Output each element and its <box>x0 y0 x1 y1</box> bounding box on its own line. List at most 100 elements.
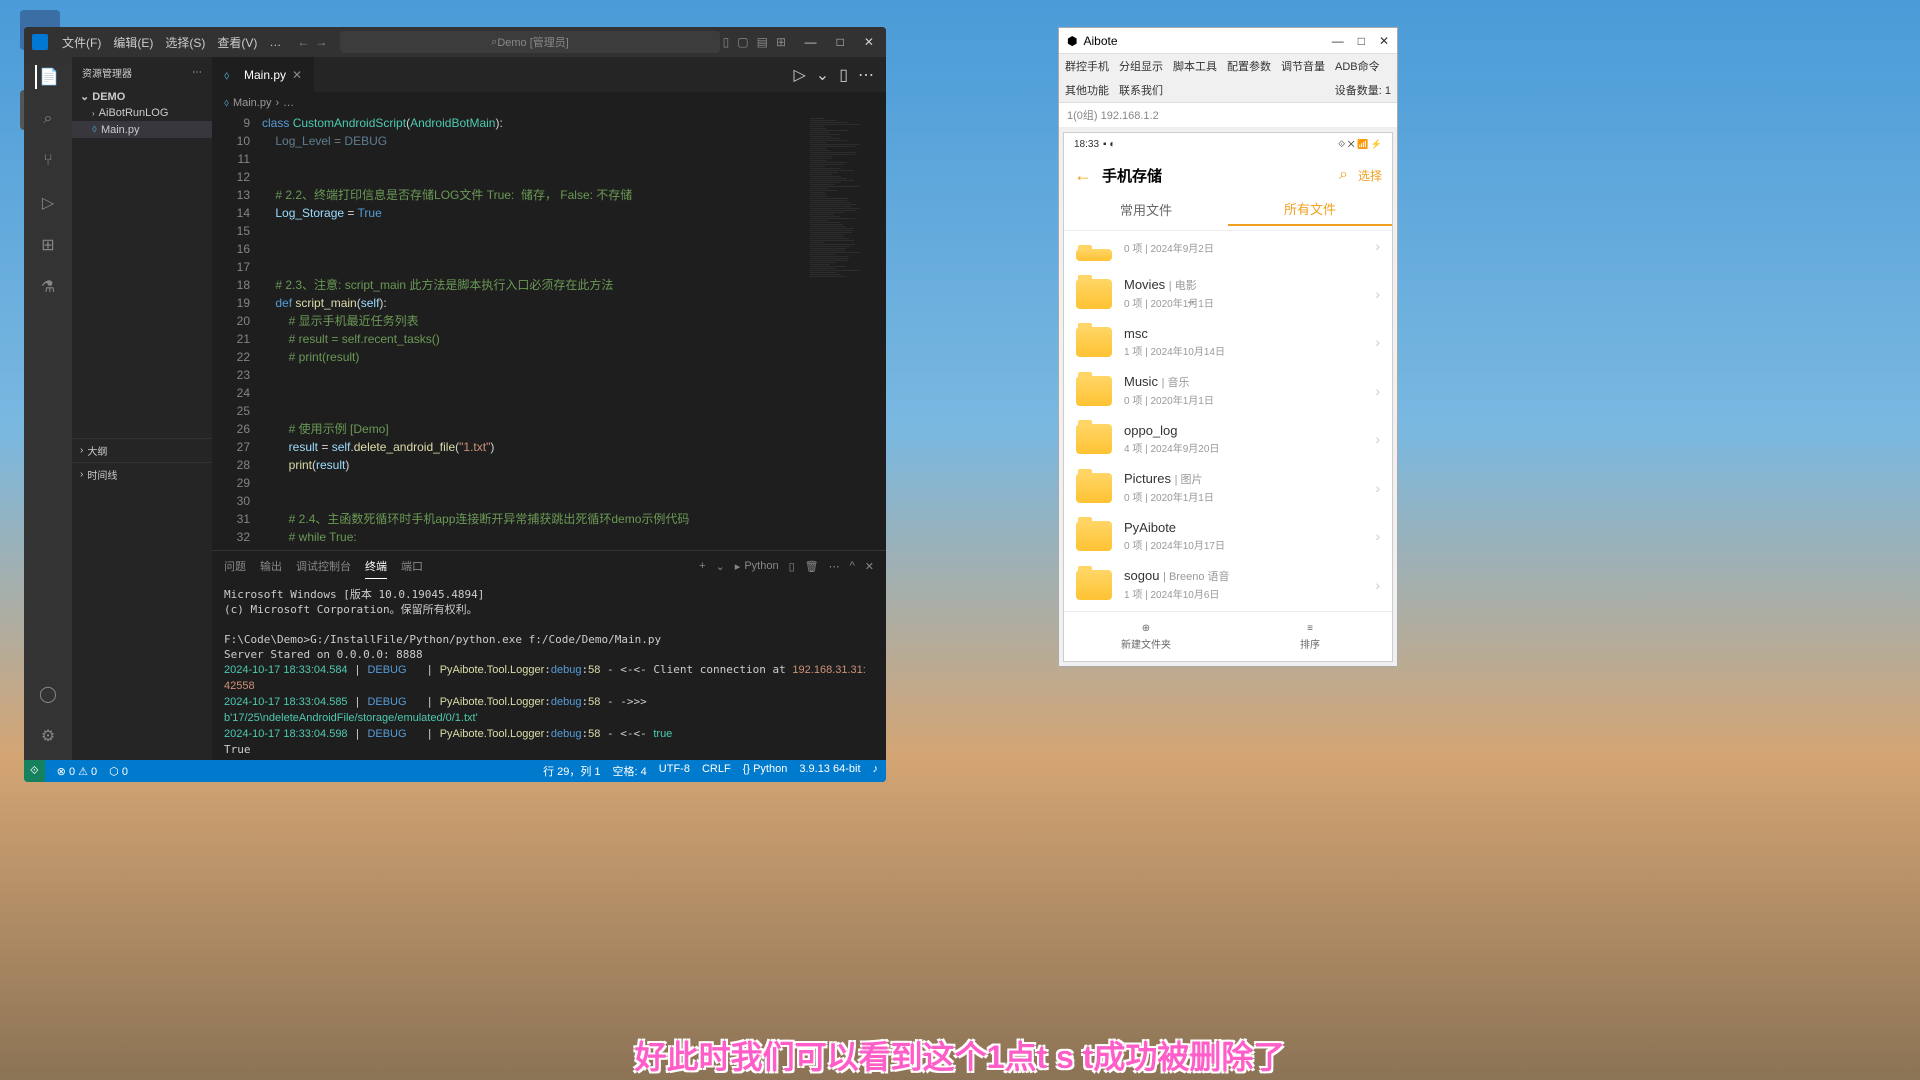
menu-group-display[interactable]: 分组显示 <box>1119 58 1163 74</box>
minimize-button[interactable]: — <box>801 35 821 49</box>
outline-section[interactable]: › 大纲 <box>72 438 212 462</box>
nav-back[interactable]: ← <box>297 35 309 49</box>
aibote-titlebar: ⬢ Aibote — □ ✕ <box>1059 28 1397 54</box>
panel-tab-problems[interactable]: 问题 <box>224 554 246 578</box>
aibote-menu: 群控手机 分组显示 脚本工具 配置参数 调节音量 ADB命令 其他功能 联系我们… <box>1059 54 1397 103</box>
tree-folder[interactable]: › AiBotRunLOG <box>72 105 212 121</box>
close-button[interactable]: ✕ <box>1379 34 1389 48</box>
status-encoding[interactable]: UTF-8 <box>659 763 690 779</box>
menu-contact[interactable]: 联系我们 <box>1119 82 1163 98</box>
status-ports[interactable]: ⬡ 0 <box>109 765 128 778</box>
menu-file[interactable]: 文件(F) <box>56 34 107 51</box>
menu-script-tools[interactable]: 脚本工具 <box>1173 58 1217 74</box>
panel-tab-output[interactable]: 输出 <box>260 554 282 578</box>
status-bell-icon[interactable]: ♪ <box>873 763 879 779</box>
search-icon[interactable]: ⌕ <box>1339 166 1348 184</box>
menu-config[interactable]: 配置参数 <box>1227 58 1271 74</box>
search-label: Demo [管理员] <box>497 34 569 50</box>
split-terminal-icon[interactable]: ▯ <box>789 560 795 573</box>
tab-all-files[interactable]: 所有文件 <box>1228 199 1392 226</box>
select-button[interactable]: 选择 <box>1358 167 1382 184</box>
command-center[interactable]: ⌕ Demo [管理员] <box>340 31 720 53</box>
menu-select[interactable]: 选择(S) <box>159 34 211 51</box>
chevron-right-icon: › <box>1375 577 1380 593</box>
tab-close-icon[interactable]: ✕ <box>292 68 302 82</box>
remote-indicator[interactable]: ⟐ <box>24 760 45 782</box>
run-button[interactable]: ▷ <box>793 65 805 85</box>
terminal-profile[interactable]: ▸ Python <box>735 560 779 573</box>
layout-icon[interactable]: ▢ <box>737 35 748 49</box>
list-item[interactable]: oppo_log 4 项 | 2024年9月20日 › <box>1064 415 1392 463</box>
new-folder-button[interactable]: ⊕ 新建文件夹 <box>1064 612 1228 661</box>
new-terminal-icon[interactable]: + <box>699 560 705 572</box>
panel-tab-debug[interactable]: 调试控制台 <box>296 554 351 578</box>
breadcrumb[interactable]: ⬨ Main.py › … <box>212 92 886 114</box>
file-list[interactable]: 0 项 | 2024年9月2日 › Movies | 电影 0 项 | 2020… <box>1064 231 1392 611</box>
layout-icon[interactable]: ▤ <box>757 35 768 49</box>
status-indent[interactable]: 空格: 4 <box>613 763 647 779</box>
layout-icon[interactable]: ▯ <box>723 35 730 49</box>
maximize-button[interactable]: □ <box>833 35 848 49</box>
debug-icon[interactable]: ▷ <box>36 191 60 215</box>
menu-volume[interactable]: 调节音量 <box>1281 58 1325 74</box>
back-button[interactable]: ← <box>1074 165 1092 186</box>
panel-tab-ports[interactable]: 端口 <box>401 554 423 578</box>
more-icon[interactable]: ⋯ <box>858 65 874 85</box>
search-icon[interactable]: ⌕ <box>36 107 60 131</box>
list-item[interactable]: msc 1 项 | 2024年10月14日 › <box>1064 318 1392 366</box>
menu-other[interactable]: 其他功能 <box>1065 82 1109 98</box>
menu-adb[interactable]: ADB命令 <box>1335 58 1380 74</box>
list-item[interactable]: Music | 音乐 0 项 | 2020年1月1日 › <box>1064 366 1392 415</box>
list-item[interactable]: sogou | Breeno 语音 1 项 | 2024年10月6日 › <box>1064 560 1392 609</box>
settings-icon[interactable]: ⚙ <box>36 724 60 748</box>
status-python-ver[interactable]: 3.9.13 64-bit <box>799 763 860 779</box>
folder-root[interactable]: ⌄ DEMO <box>72 88 212 105</box>
close-panel-icon[interactable]: ✕ <box>865 560 874 573</box>
code-content[interactable]: class CustomAndroidScript(AndroidBotMain… <box>262 114 806 550</box>
run-dropdown-icon[interactable]: ⌄ <box>816 65 829 85</box>
extensions-icon[interactable]: ⊞ <box>36 233 60 257</box>
dropdown-icon[interactable]: ⌄ <box>716 560 725 573</box>
line-gutter: 9101112131415161718192021222324252627282… <box>212 114 262 550</box>
list-item[interactable]: Pictures | 图片 0 项 | 2020年1月1日 › <box>1064 463 1392 512</box>
timeline-section[interactable]: › 时间线 <box>72 462 212 486</box>
file-name: oppo_log <box>1124 423 1363 438</box>
more-icon[interactable]: ⋯ <box>829 560 840 573</box>
device-count: 设备数量: 1 <box>1335 82 1391 98</box>
code-editor[interactable]: 9101112131415161718192021222324252627282… <box>212 114 886 550</box>
menu-group-control[interactable]: 群控手机 <box>1065 58 1109 74</box>
scm-icon[interactable]: ⑂ <box>36 149 60 173</box>
trash-icon[interactable]: 🗑 <box>805 560 819 573</box>
tab-common-files[interactable]: 常用文件 <box>1064 200 1228 225</box>
list-item[interactable]: 0 项 | 2024年9月2日 › <box>1064 231 1392 269</box>
account-icon[interactable]: ◯ <box>36 682 60 706</box>
status-eol[interactable]: CRLF <box>702 763 731 779</box>
sort-button[interactable]: ≡ 排序 <box>1228 612 1392 661</box>
chevron-right-icon: › <box>92 109 95 118</box>
split-editor-icon[interactable]: ▯ <box>839 65 848 85</box>
layout-icon[interactable]: ⊞ <box>776 35 786 49</box>
menu-view[interactable]: 查看(V) <box>211 34 263 51</box>
terminal-output[interactable]: Microsoft Windows [版本 10.0.19045.4894] (… <box>212 581 886 760</box>
status-language[interactable]: {} Python <box>743 763 788 779</box>
minimap[interactable] <box>806 114 886 550</box>
tab-main-py[interactable]: ⬨ Main.py ✕ <box>212 57 315 92</box>
tree-file[interactable]: ⬨ Main.py <box>72 121 212 138</box>
explorer-icon[interactable]: 📄 <box>35 65 59 89</box>
maximize-button[interactable]: □ <box>1358 34 1365 48</box>
close-button[interactable]: ✕ <box>860 35 878 49</box>
status-problems[interactable]: ⊗ 0 ⚠ 0 <box>57 765 97 778</box>
panel-tab-terminal[interactable]: 终端 <box>365 554 387 579</box>
list-item[interactable]: PyAibote 0 项 | 2024年10月17日 › <box>1064 512 1392 560</box>
status-cursor[interactable]: 行 29，列 1 <box>543 763 600 779</box>
nav-fwd[interactable]: → <box>315 35 327 49</box>
menu-more[interactable]: … <box>263 35 287 49</box>
phone-mirror[interactable]: 18:33 ▪ ◐ ⟐ ✕ 📶 ⚡ ← 手机存储 ⌕ 选择 常用文件 所有文件 … <box>1063 132 1393 662</box>
terminal-panel: 问题 输出 调试控制台 终端 端口 + ⌄ ▸ Python ▯ 🗑 ⋯ ^ ✕ <box>212 550 886 760</box>
sidebar-more-icon[interactable]: ⋯ <box>192 67 202 78</box>
testing-icon[interactable]: ⚗ <box>36 275 60 299</box>
minimize-button[interactable]: — <box>1332 34 1344 48</box>
maximize-panel-icon[interactable]: ^ <box>850 560 855 572</box>
menu-edit[interactable]: 编辑(E) <box>107 34 159 51</box>
list-item[interactable]: Movies | 电影 0 项 | 2020年1月1日 › <box>1064 269 1392 318</box>
